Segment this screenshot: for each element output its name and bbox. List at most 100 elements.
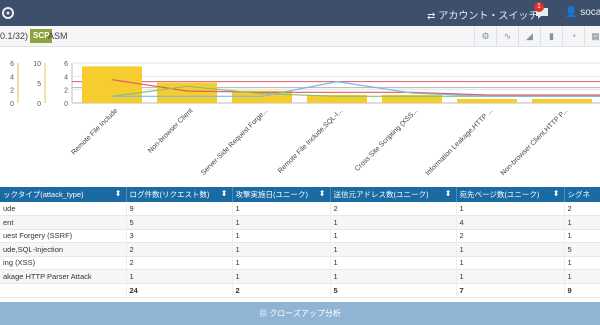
table-cell: 4 xyxy=(456,215,565,230)
bar xyxy=(532,98,592,103)
sort-icon[interactable]: ⬍ xyxy=(445,189,452,198)
y-tick-label: 6 xyxy=(64,61,68,68)
pie-chart-icon[interactable]: ◔ xyxy=(562,26,584,46)
logo-icon[interactable] xyxy=(0,5,16,21)
area-chart-icon[interactable]: ◢ xyxy=(518,26,540,46)
table-cell: ude,SQL-Injection xyxy=(0,242,127,257)
table-cell: 3 xyxy=(126,229,233,243)
y-tick-label: 0 xyxy=(64,101,68,108)
aux-axis-tick-label: 4 xyxy=(10,74,14,81)
table-cell: 1 xyxy=(232,256,331,270)
table-cell: 1 xyxy=(330,269,457,284)
sort-icon[interactable]: ⬍ xyxy=(319,189,326,198)
table-row[interactable]: uest Forgery (SSRF) 3 1 1 2 1 xyxy=(0,229,600,243)
account-switch-label: アカウント・スイッチ xyxy=(438,11,539,22)
table-row[interactable]: ing (XSS) 2 1 1 1 1 xyxy=(0,256,600,270)
column-header-label: 攻撃実施日(ユニーク) xyxy=(235,190,309,199)
aux-axis-tick-label: 0 xyxy=(37,101,41,108)
table-icon[interactable]: ▦ xyxy=(584,26,600,46)
table-cell: 1 xyxy=(564,256,600,270)
attack-type-table: ックタイプ(attack_type) ⬍ ログ件数(リクエスト数) ⬍ 攻撃実施日(… xyxy=(0,187,600,298)
x-tick-label: Non-browser Client xyxy=(147,107,194,154)
user-menu[interactable]: 👤 socad xyxy=(565,7,600,18)
table-cell: 1 xyxy=(232,242,331,257)
attack-type-chart: 0 2 4 6 0 5 10 0 2 4 6 Remote File Include Non-brows… xyxy=(10,61,600,177)
table-cell: 9 xyxy=(126,202,233,216)
settings-icon[interactable]: ⚙ xyxy=(474,26,496,46)
range-text: 0.1/32) xyxy=(0,31,29,41)
x-tick-label: Remote File Include xyxy=(70,107,119,156)
table-row[interactable]: akage HTTP Parser Attack 1 1 1 1 1 xyxy=(0,269,600,284)
table-header-row: ックタイプ(attack_type) ⬍ ログ件数(リクエスト数) ⬍ 攻撃実施日(… xyxy=(0,187,600,202)
table-cell: 1 xyxy=(564,215,600,230)
bar-chart-icon[interactable]: ▮ xyxy=(540,26,562,46)
table-cell: 9 xyxy=(564,283,600,298)
table-cell: 1 xyxy=(232,269,331,284)
bar xyxy=(457,98,517,103)
table-cell: 5 xyxy=(126,215,233,230)
asm-tag[interactable]: ASM xyxy=(48,31,68,41)
table-cell: 1 xyxy=(330,229,457,243)
table-cell: 1 xyxy=(564,229,600,243)
sort-icon[interactable]: ⬍ xyxy=(221,189,228,198)
column-header-label: ログ件数(リクエスト数) xyxy=(129,190,210,199)
table-total-row: 24 2 5 7 9 xyxy=(0,283,600,298)
column-header-label: 宛先ページ数(ユニーク) xyxy=(459,190,540,199)
column-header[interactable]: シグネ xyxy=(564,187,600,202)
column-header[interactable]: ログ件数(リクエスト数) ⬍ xyxy=(126,187,233,202)
sort-icon[interactable]: ⬍ xyxy=(115,189,122,198)
table-cell: 2 xyxy=(456,229,565,243)
table-cell: uest Forgery (SSRF) xyxy=(0,229,127,243)
table-cell: 1 xyxy=(232,229,331,243)
column-header-label: 送信元アドレス数(ユニーク) xyxy=(333,190,429,199)
table-cell xyxy=(0,283,127,298)
table-cell: 2 xyxy=(564,202,600,216)
table-cell: 2 xyxy=(126,256,233,270)
table-cell: 1 xyxy=(126,269,233,284)
table-cell: 1 xyxy=(456,269,565,284)
table-cell: 2 xyxy=(330,202,457,216)
table-row[interactable]: ude 9 1 2 1 2 xyxy=(0,202,600,216)
chart-area: 0 2 4 6 0 5 10 0 2 4 6 Remote File Include Non-brows… xyxy=(0,48,600,183)
x-tick-label: Remote File Include,SQL-I... xyxy=(277,107,344,174)
table-cell: 1 xyxy=(330,215,457,230)
aux-axis-tick-label: 0 xyxy=(10,101,14,108)
line-chart-icon[interactable]: ∿ xyxy=(496,26,518,46)
x-tick-label: Non-browser Client,HTTP P... xyxy=(500,107,570,177)
table-row[interactable]: ude,SQL-Injection 2 1 1 1 5 xyxy=(0,242,600,257)
table-cell: 1 xyxy=(232,215,331,230)
table-cell: 1 xyxy=(232,202,331,216)
table-row[interactable]: ent 5 1 1 4 1 xyxy=(0,215,600,230)
user-icon: 👤 xyxy=(565,7,578,18)
column-header-label: ックタイプ(attack_type) xyxy=(3,190,84,199)
table-cell: 1 xyxy=(564,269,600,284)
chart-toolbar: 0.1/32) SCP ASM ⚙ ∿ ◢ ▮ ◔ ▦ xyxy=(0,26,600,47)
column-header[interactable]: 送信元アドレス数(ユニーク) ⬍ xyxy=(330,187,457,202)
aux-axis-tick-label: 5 xyxy=(37,81,41,88)
aux-axis-tick-label: 2 xyxy=(10,88,14,95)
sort-icon[interactable]: ⬍ xyxy=(553,189,560,198)
bar xyxy=(157,82,217,103)
table-cell: 2 xyxy=(126,242,233,257)
y-tick-label: 4 xyxy=(64,74,68,81)
swap-icon: ⇄ xyxy=(427,11,436,22)
closeup-analysis-label: クローズアップ分析 xyxy=(269,309,341,318)
table-cell: 1 xyxy=(330,256,457,270)
bar xyxy=(82,66,142,103)
table-cell: 1 xyxy=(456,242,565,257)
column-header-label: シグネ xyxy=(567,190,591,199)
table-cell: 2 xyxy=(232,283,331,298)
x-tick-label: Server-Side Request Forge... xyxy=(200,107,269,176)
closeup-analysis-button[interactable]: ▦ クローズアップ分析 xyxy=(0,302,600,325)
y-tick-label: 2 xyxy=(64,88,68,95)
column-header[interactable]: ックタイプ(attack_type) ⬍ xyxy=(0,187,127,202)
table-cell: 5 xyxy=(564,242,600,257)
table-cell: 5 xyxy=(330,283,457,298)
column-header[interactable]: 宛先ページ数(ユニーク) ⬍ xyxy=(456,187,565,202)
column-header[interactable]: 攻撃実施日(ユニーク) ⬍ xyxy=(232,187,331,202)
account-switch-link[interactable]: ⇄ アカウント・スイッチ xyxy=(427,7,538,22)
aux-axis-tick-label: 6 xyxy=(10,61,14,68)
chart-icon: ▦ xyxy=(259,309,268,318)
table-cell: 1 xyxy=(456,202,565,216)
x-tick-label: Information Leakage,HTTP ... xyxy=(425,107,495,177)
